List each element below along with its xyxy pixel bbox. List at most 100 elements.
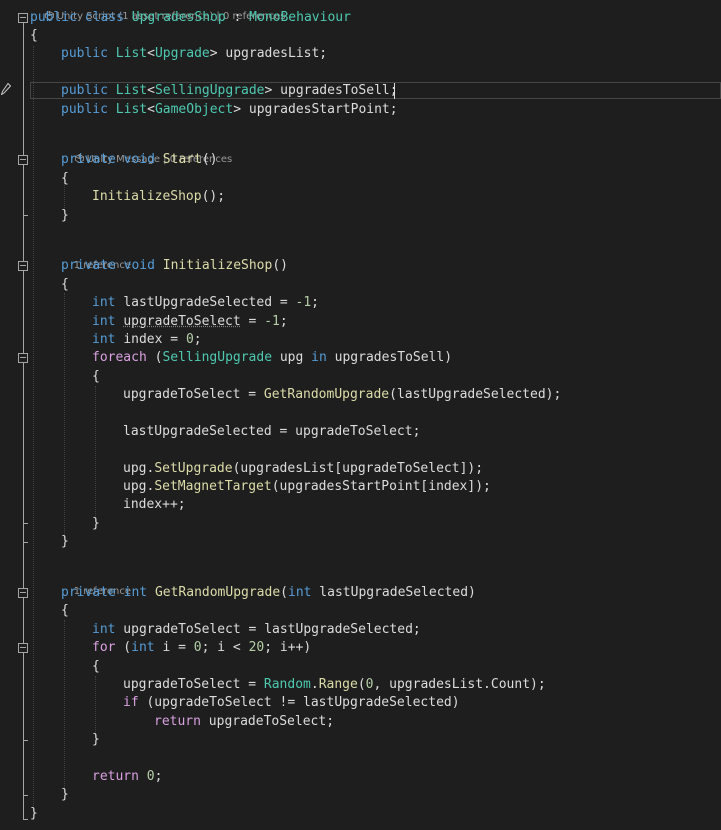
code-line[interactable]: { (0, 27, 721, 45)
punctuation: ; (193, 332, 202, 347)
code-line[interactable]: public List<GameObject> upgradesStartPoi… (0, 101, 721, 119)
number: 0 (193, 640, 202, 655)
code-line[interactable]: index++; (0, 496, 721, 514)
code-line[interactable]: lastUpgradeSelected = upgradeToSelect; (0, 423, 721, 441)
code-line[interactable]: } (0, 207, 721, 225)
code-line[interactable]: } (0, 515, 721, 533)
code-line[interactable]: { (0, 170, 721, 188)
keyword: class (84, 10, 124, 25)
text-caret (394, 83, 395, 99)
identifier: > upgradesStartPoint; (233, 102, 398, 117)
number: 0 (146, 769, 155, 784)
identifier: lastUpgradeSelected) (311, 585, 476, 600)
code-line[interactable]: } (0, 731, 721, 749)
identifier: upgradeToSelect; (200, 714, 335, 729)
code-line[interactable]: foreach (SellingUpgrade upg in upgradesT… (0, 349, 721, 367)
keyword: int (123, 585, 148, 600)
keyword: int (131, 640, 155, 655)
brace: { (61, 277, 69, 292)
punctuation: : (225, 10, 250, 25)
code-editor[interactable]: Unity Script (1 asset reference) | 0 ref… (0, 0, 721, 830)
code-line[interactable]: upgradeToSelect = GetRandomUpgrade(lastU… (0, 386, 721, 404)
code-line[interactable]: { (0, 602, 721, 620)
code-line[interactable]: int index = 0; (0, 331, 721, 349)
brace: } (92, 732, 100, 747)
code-line[interactable]: return upgradeToSelect; (0, 713, 721, 731)
punctuation: < (147, 102, 155, 117)
identifier: index (123, 332, 163, 347)
identifier: ; i++) (264, 640, 312, 655)
class-name: UpgradesShop (131, 10, 226, 25)
brace: { (92, 659, 100, 674)
type: SellingUpgrade (162, 350, 273, 365)
code-line[interactable]: int upgradeToSelect = lastUpgradeSelecte… (0, 621, 721, 639)
keyword: int (288, 585, 312, 600)
number: 0 (185, 332, 194, 347)
base-class: MonoBehaviour (249, 10, 351, 25)
code-line[interactable]: if (upgradeToSelect != lastUpgradeSelect… (0, 694, 721, 712)
code-line[interactable]: int lastUpgradeSelected = -1; (0, 294, 721, 312)
code-line[interactable]: upg.SetMagnetTarget(upgradesStartPoint[i… (0, 478, 721, 496)
identifier: (upgradesStartPoint[index]); (271, 479, 491, 494)
identifier: (upgradeToSelect != lastUpgradeSelected) (138, 695, 460, 710)
identifier: > upgradesList; (209, 46, 328, 61)
operator: = (240, 387, 264, 402)
code-line[interactable]: } (0, 786, 721, 804)
keyword: void (123, 258, 155, 273)
code-line[interactable]: return 0; (0, 768, 721, 786)
code-line[interactable]: { (0, 658, 721, 676)
keyword: if (123, 695, 139, 710)
keyword: for (92, 640, 116, 655)
keyword: int (92, 332, 116, 347)
method-call: SetUpgrade (154, 461, 233, 476)
codelens-get-random[interactable]: 1 reference (61, 571, 131, 597)
identifier: upgradesToSell) (326, 350, 453, 365)
identifier: i = (154, 640, 194, 655)
punctuation: ; (311, 295, 319, 310)
number: -1 (264, 314, 280, 329)
code-line[interactable]: public List<Upgrade> upgradesList; (0, 45, 721, 63)
keyword: return (92, 769, 139, 784)
code-line[interactable]: } (0, 805, 721, 823)
brace: { (61, 603, 69, 618)
code-line[interactable]: { (0, 368, 721, 386)
code-line[interactable]: { (0, 276, 721, 294)
keyword: int (92, 314, 116, 329)
keyword: in (311, 350, 327, 365)
code-line[interactable]: InitializeShop(); (0, 188, 721, 206)
code-line[interactable]: public class UpgradesShop : MonoBehaviou… (0, 9, 721, 27)
brace: } (61, 534, 69, 549)
keyword: public (61, 46, 108, 61)
method-call: InitializeShop (92, 189, 202, 204)
identifier: lastUpgradeSelected (123, 295, 273, 310)
type: List (115, 102, 148, 117)
punctuation: ; (154, 769, 163, 784)
code-line[interactable]: private int GetRandomUpgrade(int lastUpg… (0, 584, 721, 602)
type: Upgrade (154, 46, 210, 61)
punctuation: () (201, 152, 218, 167)
statement: index++; (123, 497, 186, 512)
keyword: public (30, 10, 77, 25)
keyword: private (61, 152, 116, 167)
keyword: void (123, 152, 155, 167)
method-call: SetMagnetTarget (154, 479, 272, 494)
code-line[interactable]: upg.SetUpgrade(upgradesList[upgradeToSel… (0, 460, 721, 478)
brace: } (61, 787, 69, 802)
code-line[interactable]: for (int i = 0; i < 20; i++) (0, 639, 721, 657)
punctuation: < (147, 83, 155, 98)
keyword: int (92, 622, 116, 637)
identifier: , upgradesList.Count); (373, 677, 546, 692)
code-line[interactable]: int upgradeToSelect = -1; (0, 313, 721, 331)
keyword: public (61, 102, 108, 117)
identifier: (upgradesList[upgradeToSelect]); (232, 461, 484, 476)
code-line[interactable]: public List<SellingUpgrade> upgradesToSe… (0, 82, 721, 100)
code-line[interactable]: } (0, 533, 721, 551)
code-line[interactable]: private void Start() (0, 151, 721, 169)
type: List (115, 46, 148, 61)
brace: { (92, 369, 100, 384)
code-line[interactable]: private void InitializeShop() (0, 257, 721, 275)
identifier: (lastUpgradeSelected); (389, 387, 562, 402)
keyword: int (92, 295, 116, 310)
brace: { (61, 171, 69, 186)
code-line[interactable]: upgradeToSelect = Random.Range(0, upgrad… (0, 676, 721, 694)
